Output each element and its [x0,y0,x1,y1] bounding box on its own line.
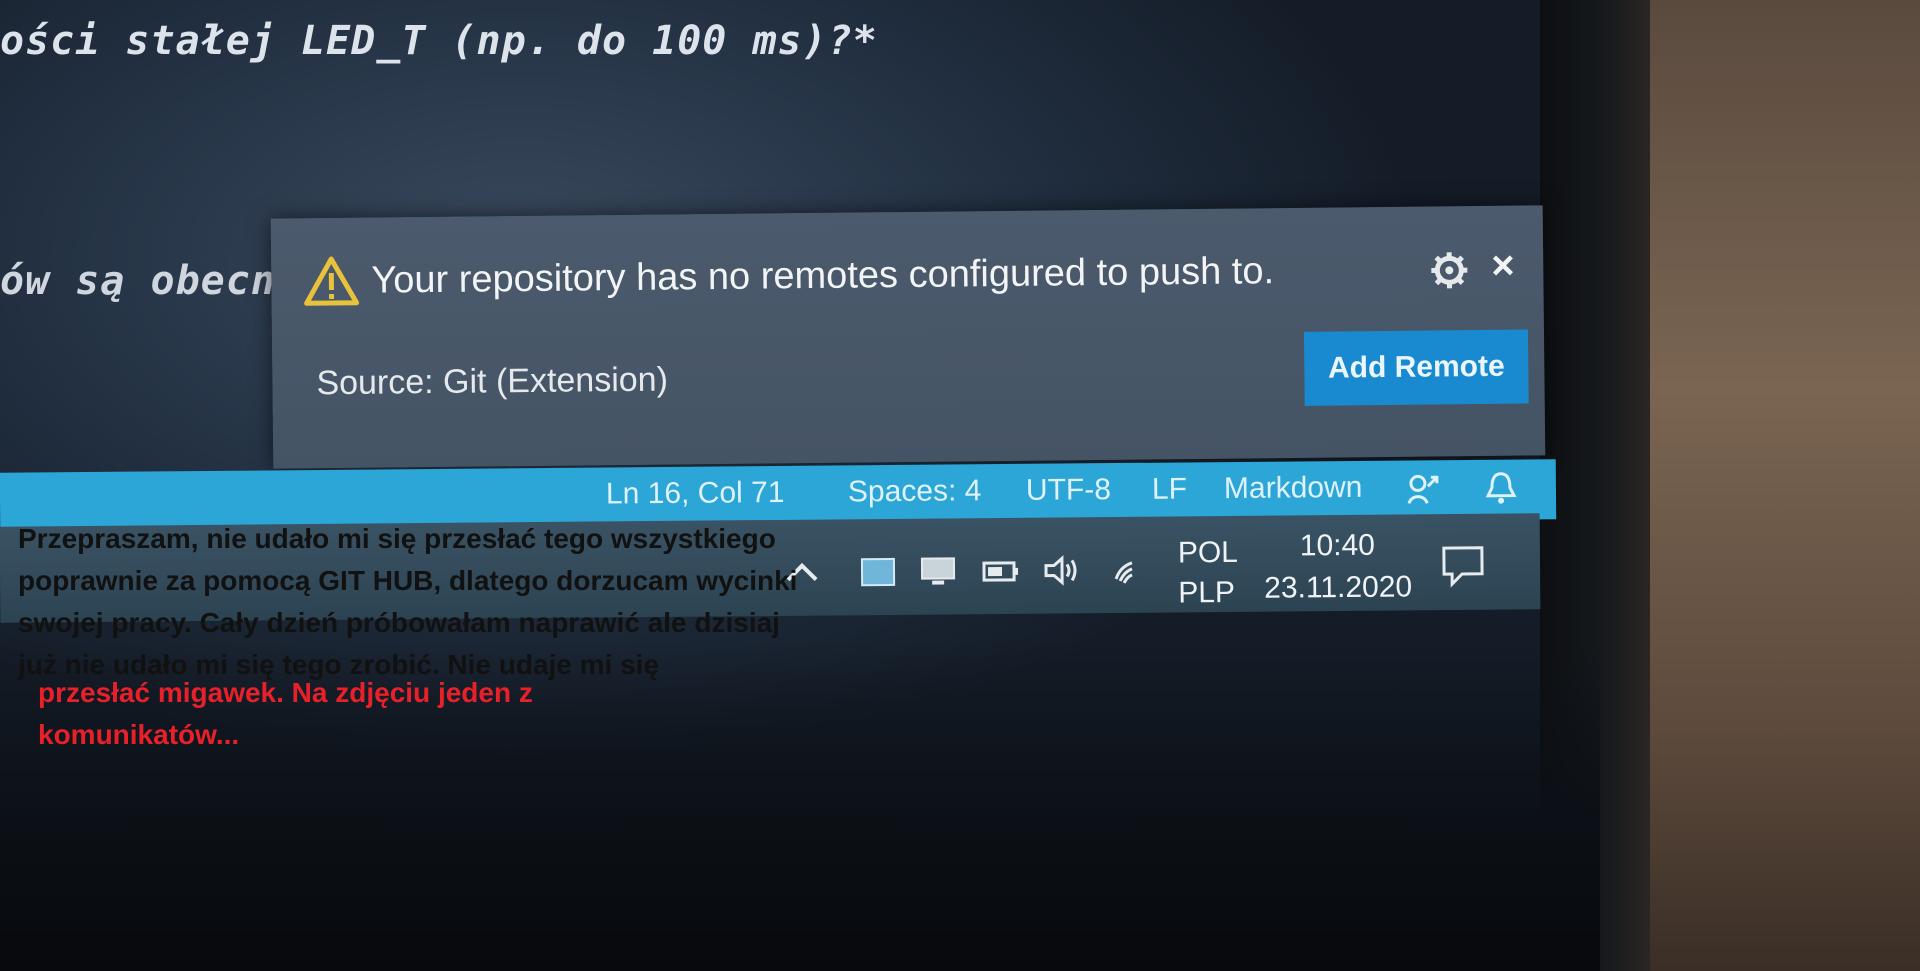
apology-line: Przepraszam, nie udało mi się przesłać t… [18,523,776,554]
warning-icon [304,256,360,306]
wifi-icon[interactable] [1110,553,1150,587]
close-icon[interactable]: × [1491,244,1515,289]
clock-time[interactable]: 10:40 [1300,529,1375,564]
apology-text: Przepraszam, nie udało mi się przesłać t… [18,518,898,686]
highlight-text: przesłać migawek. Na zdjęciu jeden z kom… [38,672,738,756]
language-mode[interactable]: Markdown [1224,471,1363,506]
apology-line: poprawnie za pomocą GIT HUB, dlatego dor… [18,565,798,596]
monitor-icon[interactable] [918,554,958,588]
git-notification-toast: Your repository has no remotes configure… [270,205,1546,469]
feedback-icon[interactable] [1406,472,1440,506]
bell-icon[interactable] [1484,470,1518,506]
add-remote-button[interactable]: Add Remote [1303,329,1529,406]
clock-date[interactable]: 23.11.2020 [1264,570,1412,605]
encoding-setting[interactable]: UTF-8 [1026,473,1111,508]
action-center-icon[interactable] [1440,544,1486,588]
volume-icon[interactable] [1042,553,1082,587]
apology-line: swojej pracy. Cały dzień próbowałam napr… [18,607,780,638]
editor-text-line: ości stałej LED_T (np. do 100 ms)?* [0,18,878,64]
editor-text-line: ów są obecne [0,258,301,304]
line-ending-setting[interactable]: LF [1152,472,1187,506]
keyboard-layout[interactable]: PLP [1178,576,1235,610]
highlight-line: komunikatów... [38,719,240,750]
input-language[interactable]: POL [1178,536,1238,571]
highlight-line: przesłać migawek. Na zdjęciu jeden z [38,677,533,708]
battery-icon[interactable] [980,554,1020,588]
notification-message: Your repository has no remotes configure… [371,250,1275,302]
gear-icon[interactable] [1429,250,1469,290]
cursor-position[interactable]: Ln 16, Col 71 [606,476,785,512]
notification-source: Source: Git (Extension) [316,360,669,403]
indentation-setting[interactable]: Spaces: 4 [848,474,982,509]
desk-surface [1610,0,1920,971]
